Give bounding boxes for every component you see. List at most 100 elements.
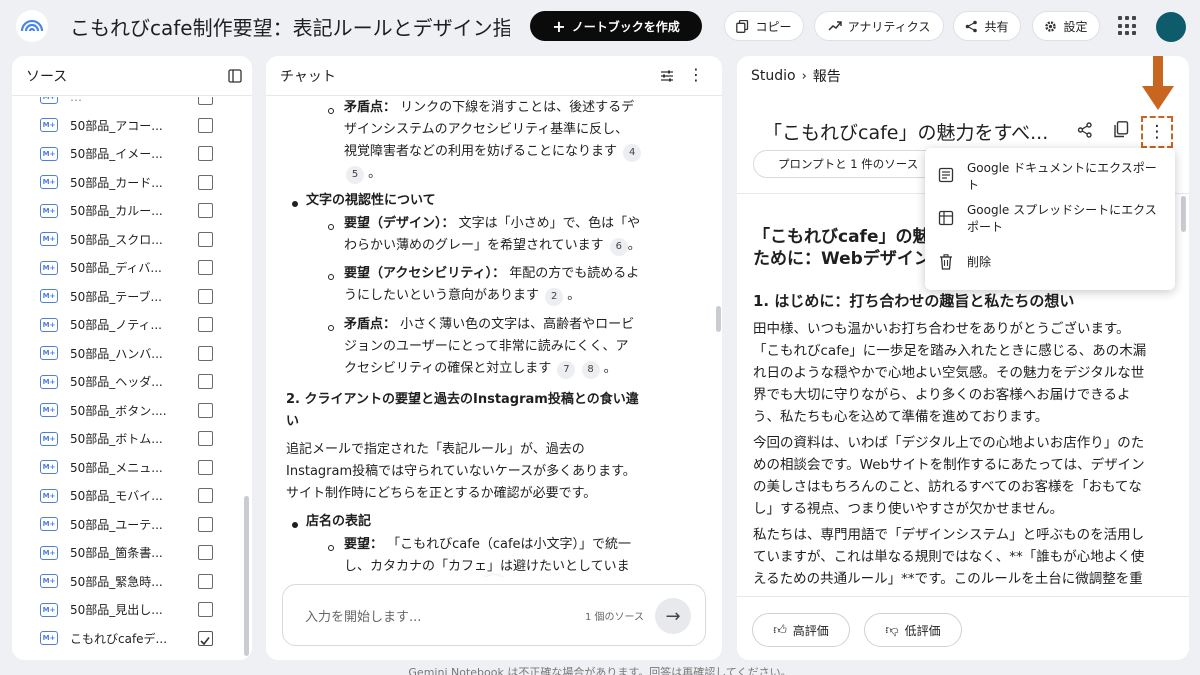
report-more-button[interactable]: ⋮ bbox=[1141, 116, 1173, 148]
source-item[interactable]: M+ 50部品_見出し... bbox=[12, 596, 252, 624]
source-checkbox[interactable] bbox=[198, 545, 213, 560]
report-heading-a: 「こもれびcafe」の魅 bbox=[753, 227, 930, 247]
like-button[interactable]: 👍︎ 高評価 bbox=[752, 613, 850, 647]
source-checkbox[interactable] bbox=[198, 97, 213, 105]
source-item[interactable]: M+ 50部品_ボトム... bbox=[12, 425, 252, 453]
source-item-label: 50部品_ハンバ... bbox=[70, 346, 163, 361]
b2-label: 要望（デザイン）： bbox=[344, 216, 455, 231]
source-item[interactable]: M+ 50部品_ディバ... bbox=[12, 254, 252, 282]
document-icon: M+ bbox=[40, 631, 58, 645]
source-checkbox[interactable] bbox=[198, 431, 213, 446]
source-item[interactable]: M+ 50部品_テーブ... bbox=[12, 282, 252, 310]
source-checkbox[interactable] bbox=[198, 345, 213, 361]
b1-text-a: リンクの下線を消すことは、後述するデ bbox=[400, 100, 635, 115]
collapse-panel-icon[interactable] bbox=[228, 69, 242, 83]
source-item[interactable]: M+ 50部品_カード... bbox=[12, 168, 252, 196]
citation-ref[interactable]: 4 bbox=[623, 144, 642, 162]
source-checkbox[interactable] bbox=[198, 231, 213, 247]
document-icon: M+ bbox=[40, 460, 58, 474]
user-avatar[interactable] bbox=[1156, 12, 1186, 42]
source-checkbox[interactable] bbox=[198, 516, 213, 532]
citation-ref[interactable]: 5 bbox=[346, 166, 364, 184]
menu-export-sheets[interactable]: Google スプレッドシートにエクスポート bbox=[925, 202, 1175, 238]
menu-export-docs[interactable]: Google ドキュメントにエクスポート bbox=[925, 160, 1175, 196]
source-item[interactable]: M+ こもれびcafeデ... bbox=[12, 624, 252, 652]
source-item-label: 50部品_ディバ... bbox=[70, 261, 162, 275]
source-item[interactable]: M+ 50部品_ボタン.... bbox=[12, 396, 252, 424]
source-item[interactable]: M+ 50部品_ノティ... bbox=[12, 311, 252, 339]
source-item[interactable]: M+ 50部品_メニュ... bbox=[12, 453, 252, 481]
source-item[interactable]: M+ 50部品_緊急時... bbox=[12, 567, 252, 595]
source-checkbox[interactable] bbox=[198, 288, 213, 304]
settings-button[interactable]: 設定 bbox=[1032, 11, 1100, 41]
para-b: Instagram投稿では守られていないケースが多くあります。 bbox=[286, 464, 636, 479]
thumb-down-icon: 👎︎ bbox=[885, 622, 899, 638]
source-item[interactable]: M+ 50部品_アコー... bbox=[12, 111, 252, 139]
source-checkbox[interactable] bbox=[198, 260, 213, 275]
chat-input-box[interactable]: 入力を開始します... 1 個のソース → bbox=[282, 584, 706, 646]
source-checkbox[interactable] bbox=[198, 573, 213, 589]
menu-export-sheets-label: Google スプレッドシートにエクスポート bbox=[967, 203, 1157, 234]
dislike-button[interactable]: 👎︎ 低評価 bbox=[864, 613, 962, 647]
source-item[interactable]: M+ 50部品_箇条書... bbox=[12, 539, 252, 567]
copy-button[interactable]: コピー bbox=[724, 11, 804, 41]
source-item-label: 50部品_箇条書... bbox=[70, 546, 163, 560]
source-item[interactable]: M+ 50部品_イメー... bbox=[12, 140, 252, 168]
table-icon bbox=[938, 210, 954, 226]
notebook-title[interactable]: こもれびcafe制作要望：表記ルールとデザイン指針 bbox=[70, 12, 510, 41]
b5-label: 要望： bbox=[344, 537, 384, 552]
source-checkbox[interactable] bbox=[198, 459, 213, 475]
para-a: 追記メールで指定された「表記ルール」が、過去の bbox=[286, 442, 585, 457]
source-checkbox[interactable] bbox=[198, 174, 213, 190]
copy-icon bbox=[736, 19, 749, 33]
source-checkbox[interactable] bbox=[198, 117, 213, 133]
source-checkbox[interactable] bbox=[198, 203, 213, 218]
source-item-partial[interactable]: M+ … bbox=[12, 97, 252, 111]
document-icon: M+ bbox=[40, 118, 58, 132]
copy-label: コピー bbox=[755, 19, 792, 34]
analytics-button[interactable]: アナリティクス bbox=[814, 11, 944, 41]
source-item[interactable]: M+ 50部品_ヘッダ... bbox=[12, 368, 252, 396]
source-item[interactable]: M+ 50部品_カルー... bbox=[12, 197, 252, 225]
section-1-heading: 1. はじめに：打ち合わせの趣旨と私たちの想い bbox=[753, 292, 1075, 310]
chat-scrollbar[interactable] bbox=[716, 306, 721, 332]
document-icon: M+ bbox=[40, 232, 58, 246]
copy-icon[interactable] bbox=[1113, 121, 1129, 138]
source-item[interactable]: M+ 50部品_スクロ... bbox=[12, 225, 252, 253]
disclaimer-footer: Gemini Notebook は不正確な場合があります。回答は再確認してくださ… bbox=[408, 666, 792, 675]
source-checkbox[interactable] bbox=[198, 317, 213, 332]
share-button[interactable]: 共有 bbox=[953, 11, 1021, 41]
source-item[interactable]: M+ 50部品_モバイ... bbox=[12, 482, 252, 510]
document-icon: M+ bbox=[40, 517, 58, 531]
citation-ref[interactable]: 6 bbox=[609, 238, 628, 256]
source-checkbox[interactable] bbox=[198, 374, 213, 389]
source-checkbox[interactable] bbox=[198, 630, 213, 646]
p2-b: めの相談会です。Webサイトを制作するにあたっては、デザイン bbox=[753, 457, 1145, 473]
sources-scrollbar[interactable] bbox=[244, 496, 249, 656]
create-notebook-button[interactable]: + ノートブックを作成 bbox=[530, 11, 702, 41]
source-checkbox[interactable] bbox=[198, 402, 213, 418]
citation-ref[interactable]: 2 bbox=[545, 288, 564, 306]
chat-input-placeholder[interactable]: 入力を開始します... bbox=[305, 606, 421, 625]
app-logo[interactable] bbox=[16, 10, 48, 42]
source-checkbox[interactable] bbox=[198, 146, 213, 161]
tune-icon[interactable] bbox=[660, 69, 674, 83]
source-item-label: 50部品_ヘッダ... bbox=[70, 375, 163, 389]
citation-ref[interactable]: 7 bbox=[557, 361, 576, 379]
citation-ref[interactable]: 8 bbox=[581, 361, 600, 379]
breadcrumb-root[interactable]: Studio bbox=[751, 68, 796, 84]
source-item[interactable]: M+ 50部品_ユーテ... bbox=[12, 510, 252, 538]
menu-delete[interactable]: 削除 bbox=[925, 252, 1175, 276]
share-icon[interactable] bbox=[1077, 122, 1093, 138]
b4-end: 。 bbox=[603, 361, 617, 376]
bullet bbox=[292, 201, 298, 207]
more-vert-icon[interactable]: ⋮ bbox=[688, 65, 704, 85]
report-scrollbar[interactable] bbox=[1181, 196, 1186, 232]
source-checkbox[interactable] bbox=[198, 602, 213, 617]
source-item-label: 50部品_カルー... bbox=[70, 204, 163, 218]
send-button[interactable]: → bbox=[655, 598, 691, 634]
source-item[interactable]: M+ 50部品_ハンバ... bbox=[12, 339, 252, 367]
apps-grid-icon[interactable] bbox=[1118, 16, 1138, 36]
check-icon bbox=[200, 636, 210, 645]
source-checkbox[interactable] bbox=[198, 488, 213, 503]
